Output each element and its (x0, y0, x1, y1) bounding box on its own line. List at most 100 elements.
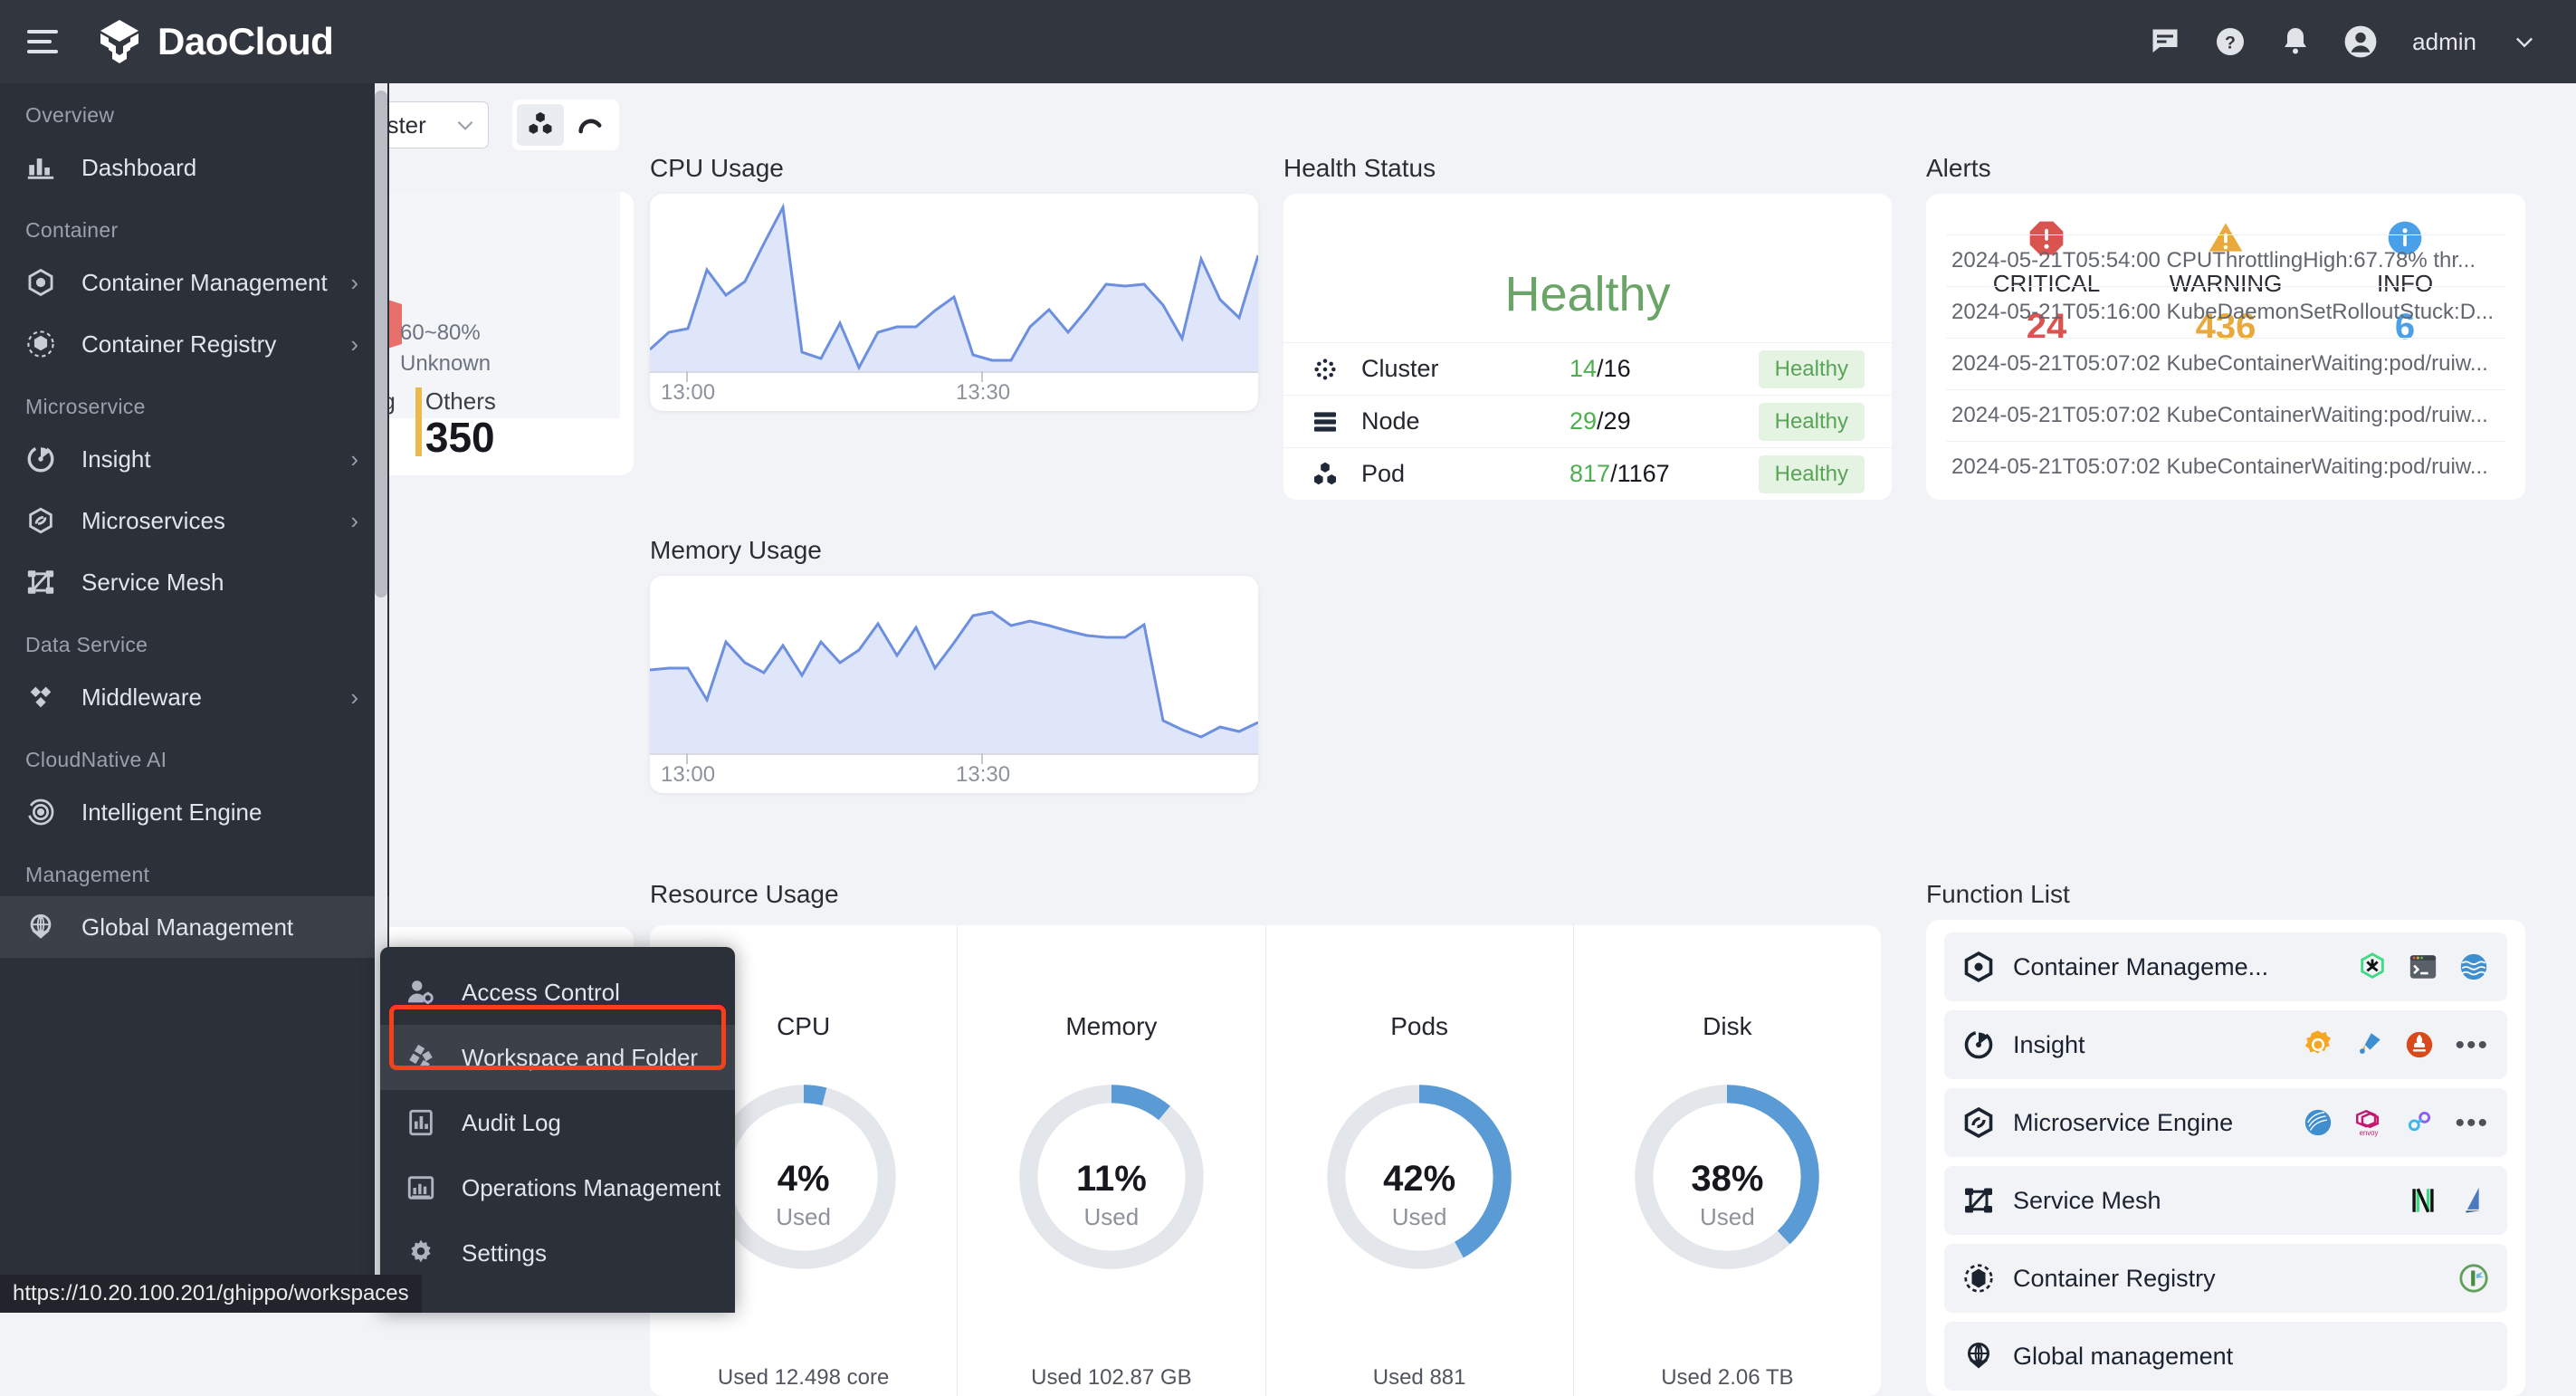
help-icon[interactable]: ? (2213, 24, 2247, 59)
x-tick-label: 13:30 (956, 380, 1010, 406)
function-row-service-mesh[interactable]: Service Mesh (1944, 1166, 2507, 1235)
kpi-divider-bar (415, 387, 422, 456)
kpi-label: Others (425, 387, 496, 416)
sidebar-item-label: Middleware (81, 684, 202, 712)
skywalking-icon[interactable] (2404, 1107, 2435, 1138)
sidebar-item-microservices[interactable]: Microservices › (0, 490, 389, 551)
function-list-card: Container Manageme... (1926, 920, 2525, 1396)
gear-icon (404, 1236, 438, 1270)
function-row-insight[interactable]: Insight ••• (1944, 1010, 2507, 1079)
chevron-right-icon: › (350, 330, 358, 359)
brand-title: DaoCloud (157, 20, 333, 63)
resource-col-label: Memory (958, 1012, 1264, 1041)
alert-list-item[interactable]: 2024-05-21T05:07:02 KubeContainerWaiting… (1946, 389, 2505, 441)
alerts-title: Alerts (1926, 154, 1991, 183)
user-gear-icon (404, 975, 438, 1009)
function-row-microservice-engine[interactable]: Microservice Engine envoy ••• (1944, 1088, 2507, 1157)
sidebar-item-global-management[interactable]: Global Management (0, 896, 389, 958)
chevron-down-icon[interactable] (2507, 24, 2542, 59)
insight-icon (1962, 1028, 1995, 1061)
health-row-label: Pod (1361, 460, 1569, 488)
notification-icon[interactable] (2278, 24, 2313, 59)
menu-item-workspace-and-folder[interactable]: Workspace and Folder (380, 1025, 735, 1090)
resource-footer: Used 12.498 core (650, 1365, 957, 1391)
sidebar-item-label: Service Mesh (81, 569, 224, 597)
jaeger-icon[interactable] (2353, 1029, 2384, 1060)
harbor-icon[interactable] (2458, 1263, 2489, 1294)
intelligent-engine-icon (24, 795, 58, 829)
workspace-icon (404, 1040, 438, 1075)
menu-item-access-control[interactable]: Access Control (380, 960, 735, 1025)
function-row-label: Service Mesh (2013, 1187, 2161, 1215)
wave-icon[interactable] (2458, 951, 2489, 982)
alert-list-item[interactable]: 2024-05-21T05:07:02 KubeContainerWaiting… (1946, 338, 2505, 389)
chevron-right-icon: › (350, 445, 358, 473)
chevron-right-icon: › (350, 269, 358, 297)
chevron-right-icon: › (350, 507, 358, 535)
disk-gauge-center: 38% Used (1574, 1159, 1881, 1231)
prometheus-icon[interactable] (2404, 1029, 2435, 1060)
status-badge: Healthy (1759, 350, 1865, 388)
sidebar-item-middleware[interactable]: Middleware › (0, 666, 389, 728)
health-row-cluster: Cluster 14/16 Healthy (1283, 342, 1892, 395)
sidebar-item-insight[interactable]: Insight › (0, 428, 389, 490)
menu-item-label: Operations Management (462, 1174, 720, 1202)
menu-item-label: Access Control (462, 979, 620, 1007)
sidebar-item-service-mesh[interactable]: Service Mesh (0, 551, 389, 613)
function-row-container-registry[interactable]: Container Registry (1944, 1244, 2507, 1313)
pod-status-card: 60~80% Unknown Running 817 Others (362, 192, 634, 475)
menu-item-audit-log[interactable]: Audit Log (380, 1090, 735, 1155)
chart-bars-icon (24, 150, 58, 185)
alert-list-item[interactable]: 2024-05-21T05:54:00 CPUThrottlingHigh:67… (1946, 234, 2505, 286)
health-row-pod: Pod 817/1167 Healthy (1283, 447, 1892, 500)
sidebar-item-label: Dashboard (81, 154, 196, 182)
sidebar-group-microservice: Microservice (0, 375, 389, 428)
function-row-label: Insight (2013, 1031, 2085, 1059)
resource-usage-title: Resource Usage (650, 880, 839, 909)
sidebar-scrollbar-thumb[interactable] (375, 91, 387, 598)
sidebar-item-dashboard[interactable]: Dashboard (0, 137, 389, 198)
health-overall-status: Healthy (1283, 194, 1892, 322)
registry-icon (1962, 1262, 1995, 1295)
service-mesh-icon (1962, 1184, 1995, 1217)
global-management-submenu: Access Control Workspace and Folder Audi… (380, 947, 735, 1313)
message-icon[interactable] (2148, 24, 2182, 59)
sidebar-group-cloudnative-ai: CloudNative AI (0, 728, 389, 781)
kiali-icon[interactable] (2408, 1185, 2438, 1216)
resource-usage-card: CPU 4% Used Used 12.498 core Memory 11% … (650, 925, 1881, 1396)
menu-item-settings[interactable]: Settings (380, 1220, 735, 1286)
sidebar-item-container-registry[interactable]: Container Registry › (0, 313, 389, 375)
resource-used-label: Used (1266, 1203, 1573, 1231)
memory-chart-x-axis: 13:00 13:30 (650, 753, 1258, 793)
resource-percent: 42% (1266, 1159, 1573, 1200)
x-tick-label: 13:00 (661, 380, 715, 406)
envoy-icon[interactable]: envoy (2353, 1107, 2384, 1138)
svg-text:?: ? (2225, 33, 2236, 53)
alert-list-item[interactable]: 2024-05-21T05:07:02 KubeContainerWaiting… (1946, 441, 2505, 492)
status-bar-url: https://10.20.100.201/ghippo/workspaces (0, 1275, 422, 1313)
alert-list-item[interactable]: 2024-05-21T05:16:00 KubeDaemonSetRollout… (1946, 286, 2505, 338)
menu-item-operations-management[interactable]: Operations Management (380, 1155, 735, 1220)
kubernetes-icon[interactable] (2357, 951, 2388, 982)
more-options-icon[interactable]: ••• (2455, 1116, 2489, 1130)
hamburger-icon[interactable] (27, 30, 58, 53)
sidebar-item-intelligent-engine[interactable]: Intelligent Engine (0, 781, 389, 843)
resource-footer: Used 881 (1266, 1365, 1573, 1391)
health-row-count: 29/29 (1569, 407, 1759, 435)
more-options-icon[interactable]: ••• (2455, 1038, 2489, 1052)
istio-icon[interactable] (2458, 1185, 2489, 1216)
pod-icon (1311, 460, 1340, 489)
resource-col-label: Disk (1574, 1012, 1881, 1041)
function-row-global-management[interactable]: Global management (1944, 1322, 2507, 1391)
avatar[interactable] (2343, 24, 2378, 59)
globe-icon (1962, 1340, 1995, 1372)
terminal-icon[interactable] (2408, 951, 2438, 982)
grafana-icon[interactable] (2303, 1029, 2333, 1060)
function-row-container-management[interactable]: Container Manageme... (1944, 932, 2507, 1001)
sidebar-item-label: Microservices (81, 507, 225, 535)
cube-icon (1962, 951, 1995, 983)
health-row-label: Node (1361, 407, 1569, 435)
sidebar-item-container-management[interactable]: Container Management › (0, 252, 389, 313)
nacos-icon[interactable] (2303, 1107, 2333, 1138)
middleware-icon (24, 680, 58, 714)
